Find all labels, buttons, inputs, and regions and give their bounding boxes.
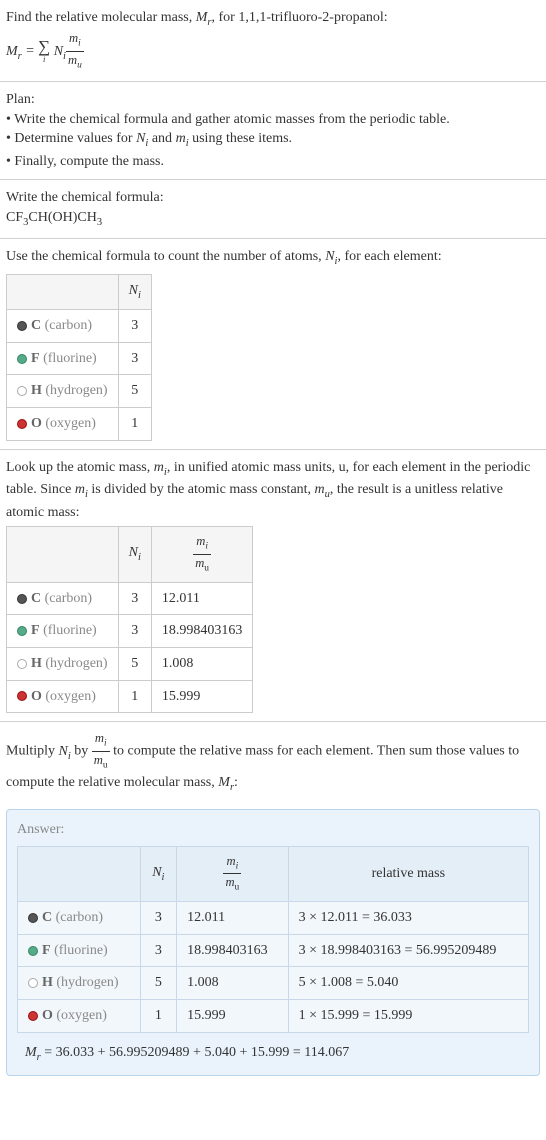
element-dot-icon: [17, 386, 27, 396]
answer-title: Answer:: [17, 820, 529, 840]
element-dot-icon: [17, 354, 27, 364]
intro-line1: Find the relative molecular mass,: [6, 10, 196, 25]
table-header-row: Ni mimu relative mass: [18, 846, 529, 902]
final-result: Mr = 36.033 + 56.995209489 + 5.040 + 15.…: [17, 1043, 529, 1065]
table-row: O (oxygen)115.9991 × 15.999 = 15.999: [18, 999, 529, 1032]
plan-section: Plan: • Write the chemical formula and g…: [0, 82, 546, 180]
header-mass-ratio: mimu: [177, 846, 289, 902]
chem-heading: Write the chemical formula:: [6, 188, 540, 208]
table-row: H (hydrogen)51.008: [7, 647, 253, 680]
plan-bullet-3: • Finally, compute the mass.: [6, 152, 540, 172]
lookup-intro: Look up the atomic mass, mi, in unified …: [6, 458, 540, 523]
plan-heading: Plan:: [6, 90, 540, 110]
header-relative-mass: relative mass: [288, 846, 528, 902]
header-ni: Ni: [140, 846, 177, 902]
chemical-formula-section: Write the chemical formula: CF3CH(OH)CH3: [0, 180, 546, 239]
multiply-section: Multiply Ni by mimu to compute the relat…: [0, 722, 546, 803]
element-dot-icon: [28, 913, 38, 923]
answer-box: Answer: Ni mimu relative mass C (carbon)…: [6, 809, 540, 1076]
plan-bullet-1: • Write the chemical formula and gather …: [6, 110, 540, 130]
element-dot-icon: [28, 1011, 38, 1021]
fraction: mimu: [92, 730, 110, 773]
plan-bullet-2: • Determine values for Ni and mi using t…: [6, 129, 540, 151]
sigma-icon: ∑i: [38, 39, 50, 64]
chem-formula: CF3CH(OH)CH3: [6, 208, 540, 230]
intro-text: Find the relative molecular mass, Mr, fo…: [6, 8, 540, 30]
element-dot-icon: [28, 978, 38, 988]
count-section: Use the chemical formula to count the nu…: [0, 239, 546, 449]
table-row: O (oxygen)115.999: [7, 680, 253, 713]
count-intro: Use the chemical formula to count the nu…: [6, 247, 540, 269]
fraction: mimu: [66, 30, 84, 73]
answer-table: Ni mimu relative mass C (carbon)312.0113…: [17, 846, 529, 1033]
header-ni: Ni: [118, 527, 151, 583]
element-dot-icon: [17, 626, 27, 636]
table-row: C (carbon)3: [7, 310, 152, 343]
element-dot-icon: [17, 659, 27, 669]
table-header-row: Ni: [7, 274, 152, 309]
table-row: H (hydrogen)51.0085 × 1.008 = 5.040: [18, 967, 529, 1000]
table-header-row: Ni mimu: [7, 527, 253, 583]
table-row: F (fluorine)3: [7, 342, 152, 375]
intro-section: Find the relative molecular mass, Mr, fo…: [0, 0, 546, 82]
lookup-section: Look up the atomic mass, mi, in unified …: [0, 450, 546, 722]
intro-line1b: , for 1,1,1-trifluoro-2-propanol:: [212, 10, 388, 25]
table-row: H (hydrogen)5: [7, 375, 152, 408]
table-row: F (fluorine)318.998403163: [7, 615, 253, 648]
table-row: C (carbon)312.011: [7, 582, 253, 615]
element-dot-icon: [17, 691, 27, 701]
element-dot-icon: [17, 594, 27, 604]
multiply-intro: Multiply Ni by mimu to compute the relat…: [6, 730, 540, 795]
atom-count-table: Ni C (carbon)3 F (fluorine)3 H (hydrogen…: [6, 274, 152, 441]
table-row: F (fluorine)318.9984031633 × 18.99840316…: [18, 934, 529, 967]
element-dot-icon: [17, 419, 27, 429]
atomic-mass-table: Ni mimu C (carbon)312.011 F (fluorine)31…: [6, 526, 253, 713]
mr-symbol: Mr: [196, 10, 212, 25]
element-dot-icon: [28, 946, 38, 956]
header-ni: Ni: [118, 274, 151, 309]
element-dot-icon: [17, 321, 27, 331]
table-row: O (oxygen)1: [7, 408, 152, 441]
header-mass-ratio: mimu: [151, 527, 253, 583]
intro-formula: Mr = ∑i Nimimu: [6, 30, 540, 73]
table-row: C (carbon)312.0113 × 12.011 = 36.033: [18, 902, 529, 935]
